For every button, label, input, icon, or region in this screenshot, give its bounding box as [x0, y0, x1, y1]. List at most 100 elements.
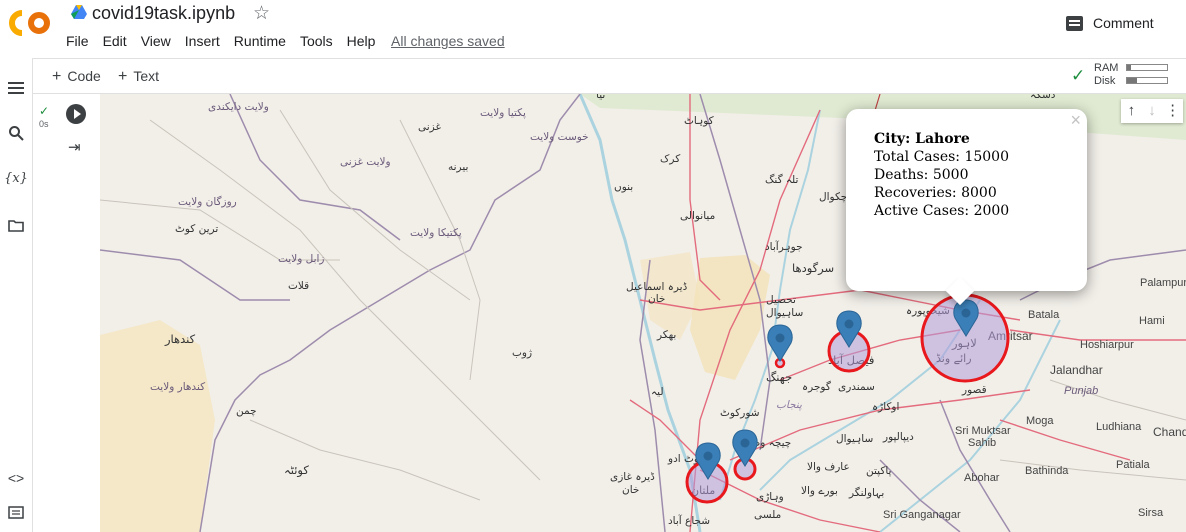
disk-bar[interactable]	[1126, 77, 1168, 84]
menu-icon[interactable]	[5, 77, 27, 99]
output-action-icon[interactable]: ⇥	[68, 138, 81, 156]
menu-bar: File Edit View Insert Runtime Tools Help	[66, 33, 389, 49]
add-text-button[interactable]: + Text	[118, 68, 159, 86]
map-label: ژوب	[512, 347, 532, 359]
map-label: ولایت غزنی	[340, 156, 391, 168]
map-label: پکتیا ولایت	[480, 107, 526, 119]
drive-icon[interactable]	[71, 5, 87, 19]
map-label: چکوال	[819, 191, 847, 203]
map-label: کرک	[660, 153, 680, 165]
menu-file[interactable]: File	[66, 33, 89, 49]
map-label: ساہیوال	[766, 307, 803, 319]
move-up-icon[interactable]: ↑	[1121, 99, 1142, 123]
close-icon[interactable]: ×	[1070, 111, 1081, 129]
map-label: Hoshiarpur	[1080, 339, 1134, 351]
menu-edit[interactable]: Edit	[103, 33, 127, 49]
map-label: خان	[648, 293, 665, 305]
exec-time: 0s	[39, 119, 49, 129]
map-label: تلہ گنگ	[765, 173, 799, 186]
plus-icon: +	[52, 68, 62, 85]
map-label: Palampur	[1140, 277, 1186, 289]
map-label: خوست ولایت	[530, 131, 589, 143]
map-label: شورکوٹ	[720, 407, 760, 419]
plus-icon: +	[118, 68, 128, 85]
map-label: وہاڑی	[756, 491, 784, 503]
map-label: Sri Ganganagar	[883, 509, 961, 521]
map-label: قصور	[961, 384, 987, 396]
add-text-label: Text	[133, 68, 160, 84]
desert-region	[100, 320, 215, 532]
comment-button[interactable]: Comment	[1066, 15, 1154, 31]
map-label: کوئٹہ	[284, 463, 309, 478]
code-snippets-icon[interactable]: <>	[5, 467, 27, 489]
ram-bar-fill	[1127, 65, 1131, 70]
map-label: میانوالی	[680, 210, 715, 222]
search-icon[interactable]	[5, 122, 27, 144]
map-label: Sahib	[968, 437, 996, 449]
map-label: جھنگ	[766, 370, 792, 384]
map-label: کندهار ولایت	[150, 381, 205, 393]
connected-check-icon[interactable]: ✓	[1071, 66, 1085, 86]
menu-help[interactable]: Help	[347, 33, 376, 49]
disk-label: Disk	[1094, 75, 1116, 87]
run-cell-button[interactable]	[66, 104, 86, 124]
map-label: Punjab	[1064, 385, 1098, 397]
map-label: پکتیکا ولایت	[410, 227, 462, 239]
map-label: Sri Muktsar	[955, 425, 1011, 437]
map-label: ڈسکہ	[1030, 94, 1056, 101]
map-label: عارف والا	[807, 461, 850, 473]
popup-recoveries: Recoveries: 8000	[874, 185, 997, 201]
popup-deaths: Deaths: 5000	[874, 167, 969, 183]
map-label: زابل ولایت	[278, 253, 325, 265]
map-label: بہاولنگر	[848, 486, 884, 499]
disk-bar-fill	[1127, 78, 1137, 83]
map-label: بیرنه	[448, 161, 468, 173]
cell-nav-arrows: ↑ ↓ ⋮	[1121, 99, 1183, 123]
map-label: روزگان ولایت	[178, 195, 237, 208]
cell-gutter	[34, 94, 100, 532]
ram-bar[interactable]	[1126, 64, 1168, 71]
menu-tools[interactable]: Tools	[300, 33, 333, 49]
folder-icon[interactable]	[5, 214, 27, 236]
map-label: بورے والا	[801, 485, 838, 497]
map-label: ڈیرہ غازی	[610, 471, 655, 483]
menu-view[interactable]: View	[141, 33, 171, 49]
left-sidebar: {x} <>	[0, 58, 33, 532]
add-code-label: Code	[67, 68, 101, 84]
map-label: قلات	[288, 280, 309, 292]
map-label: غزنی	[418, 121, 441, 133]
map-label: Moga	[1026, 415, 1054, 427]
map-label: نیا	[596, 94, 605, 101]
map-popup: × City: Lahore Total Cases: 15000 Deaths…	[846, 109, 1087, 306]
notebook-title[interactable]: covid19task.ipynb	[92, 3, 235, 24]
more-icon[interactable]: ⋮	[1162, 99, 1183, 123]
comment-label: Comment	[1093, 15, 1154, 31]
map-label: ملسی	[754, 509, 781, 521]
map-label: سرگودھا	[792, 261, 834, 276]
map-label: خان	[622, 484, 639, 496]
menu-insert[interactable]: Insert	[185, 33, 220, 49]
map-label: Batala	[1028, 309, 1060, 321]
star-icon[interactable]: ☆	[253, 2, 270, 25]
terminal-icon[interactable]	[5, 501, 27, 523]
map-label: سمندری	[838, 381, 875, 393]
marker-khanewal-pin-icon	[732, 429, 758, 467]
map-label: کوہاٹ	[684, 115, 714, 127]
map-label: Chand	[1153, 425, 1186, 439]
popup-total-cases: Total Cases: 15000	[874, 149, 1009, 165]
ram-disk-labels[interactable]: RAM Disk	[1094, 62, 1118, 88]
colab-logo[interactable]	[8, 8, 52, 38]
exec-status-icon: ✓	[39, 104, 50, 118]
map-label: بنوں	[614, 181, 633, 193]
map-label: شجاع آباد	[668, 514, 710, 527]
map-label: چمن	[236, 405, 257, 417]
move-down-icon[interactable]: ↓	[1142, 99, 1163, 123]
map-label: جوہرآباد	[765, 240, 803, 253]
add-code-button[interactable]: + Code	[52, 68, 101, 86]
menu-runtime[interactable]: Runtime	[234, 33, 286, 49]
save-status[interactable]: All changes saved	[391, 33, 505, 49]
variables-icon[interactable]: {x}	[4, 167, 28, 189]
map-label: پاکپتن	[866, 465, 892, 477]
map-label: ساہیوال	[836, 433, 873, 445]
notebook-toolbar: + Code + Text	[0, 58, 1186, 94]
